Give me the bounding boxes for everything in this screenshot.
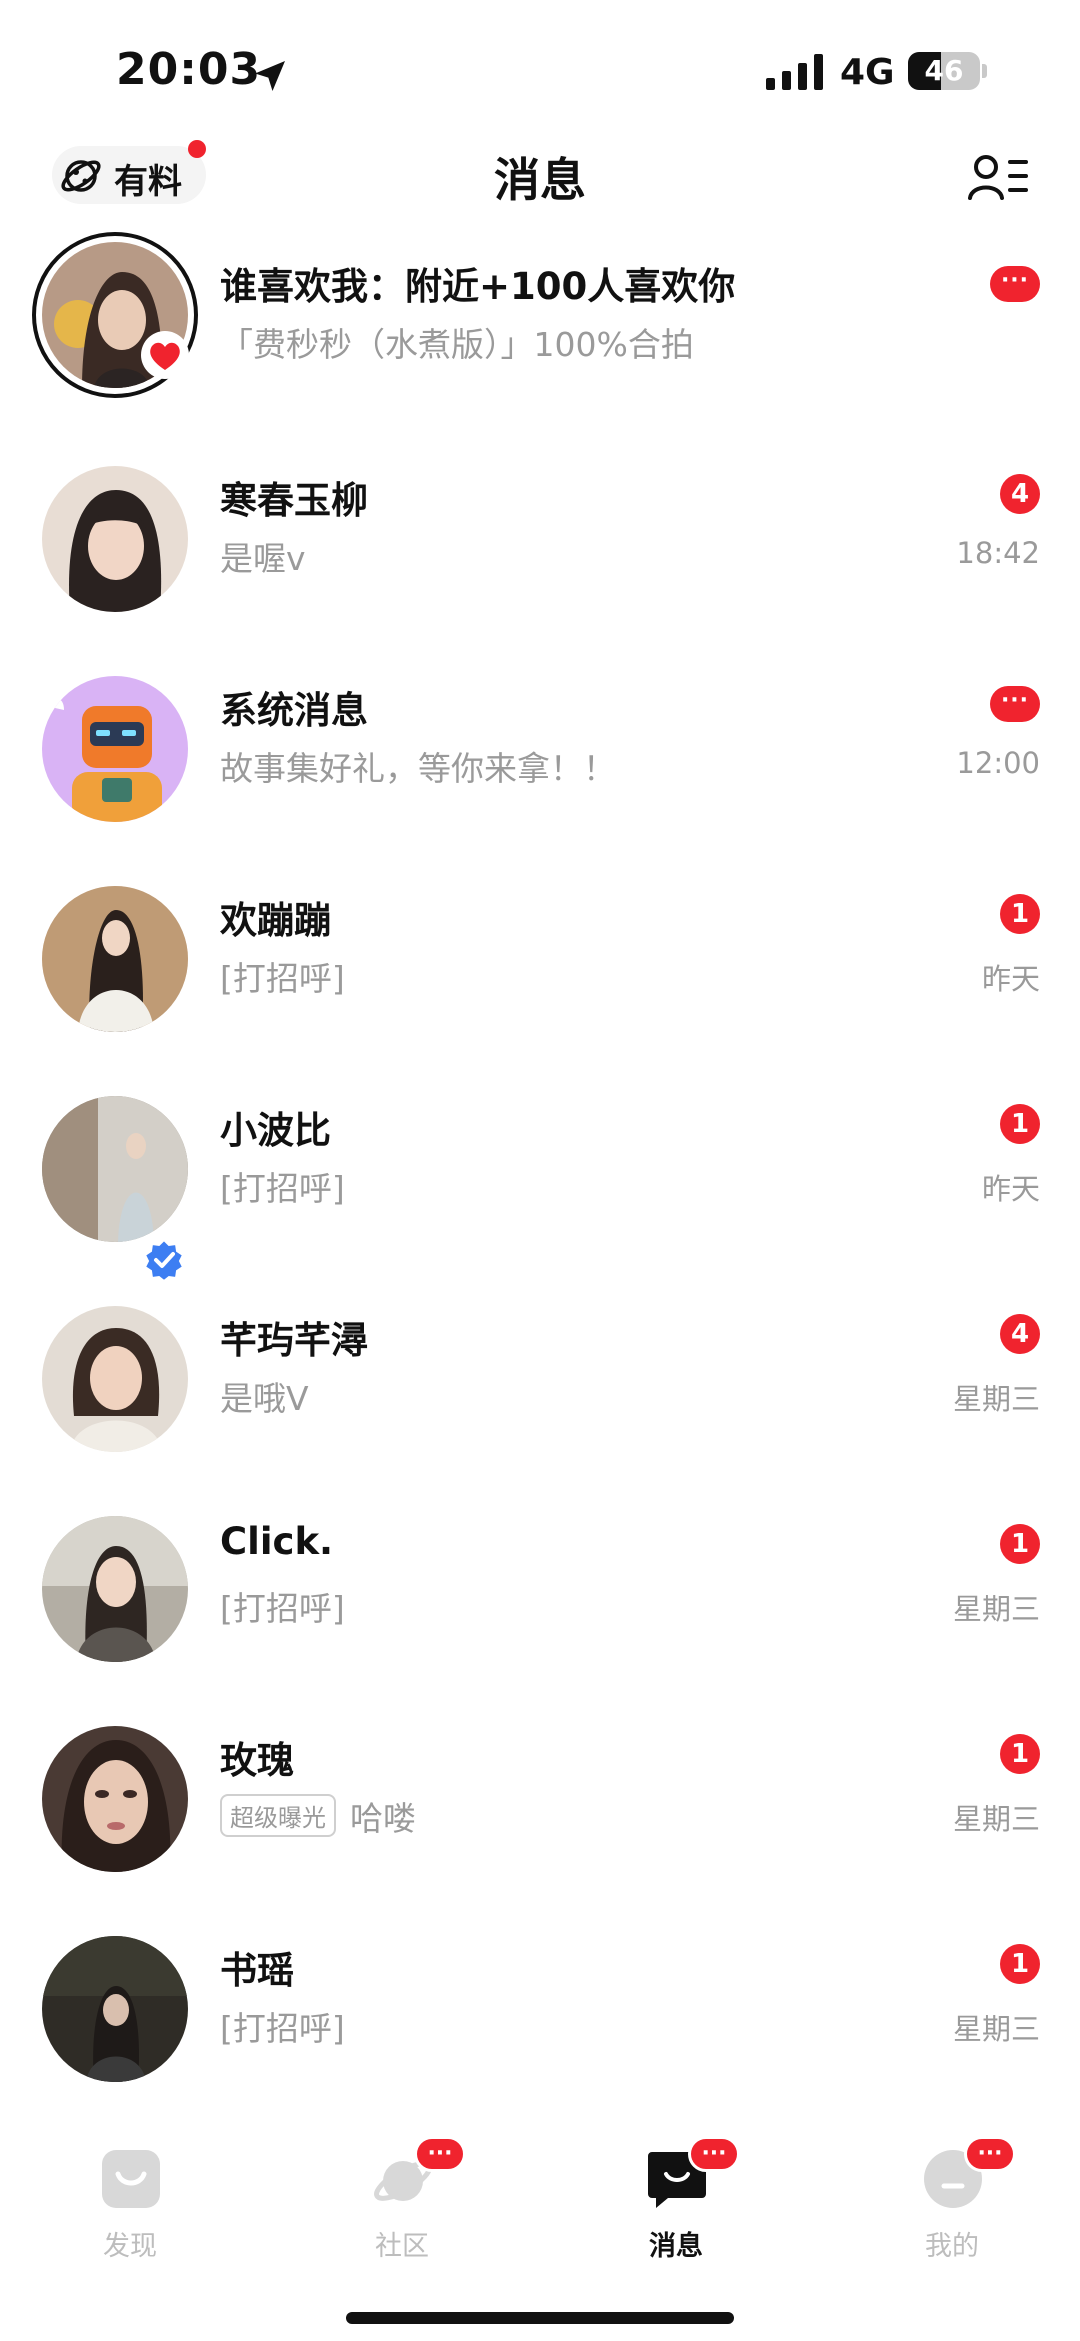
nav-unread-dots: ···	[964, 2136, 1016, 2172]
message-time: 星期三	[952, 1382, 1040, 1416]
avatar-image	[42, 1936, 188, 2082]
list-item[interactable]: 玫瑰 超级曝光 哈喽 1 星期三	[0, 1696, 1080, 1906]
nav-unread-dots: ···	[688, 2136, 740, 2172]
message-time: 星期三	[952, 2012, 1040, 2046]
avatar	[42, 466, 188, 612]
contact-name: 书瑶	[220, 1949, 294, 1992]
avatar-image	[42, 466, 188, 612]
message-preview: 「费秒秒（水煮版）」100%合拍	[220, 325, 694, 364]
message-preview: 是哦V	[220, 1379, 309, 1418]
message-preview: [打招呼]	[220, 1169, 345, 1208]
avatar	[42, 1726, 188, 1872]
contact-name: 玫瑰	[220, 1739, 294, 1782]
avatar	[42, 1516, 188, 1662]
home-indicator[interactable]	[346, 2312, 734, 2324]
avatar	[42, 676, 188, 822]
avatar	[42, 1306, 188, 1452]
list-item[interactable]: 小波比 [打招呼] 1 昨天	[0, 1066, 1080, 1282]
contact-name: 芊玙芊潯	[220, 1319, 368, 1362]
unread-count-badge: 4	[1000, 474, 1040, 514]
avatar	[42, 1096, 188, 1242]
avatar	[42, 886, 188, 1032]
avatar-image	[42, 1306, 188, 1452]
unread-dots-badge: ···	[990, 266, 1040, 302]
unread-count-badge: 1	[1000, 1944, 1040, 1984]
contacts-list-icon[interactable]	[968, 152, 1028, 202]
list-item[interactable]: 芊玙芊潯 是哦V 4 星期三	[0, 1276, 1080, 1486]
contact-name: Click.	[220, 1520, 334, 1563]
contact-name: 系统消息	[220, 689, 368, 732]
message-preview: [打招呼]	[220, 1589, 345, 1628]
message-time: 昨天	[981, 962, 1040, 996]
page-title: 消息	[494, 153, 586, 207]
tab-label: 发现	[103, 2231, 157, 2262]
battery-percent: 46	[924, 54, 964, 87]
unread-count-badge: 1	[1000, 894, 1040, 934]
unread-count-badge: 4	[1000, 1314, 1040, 1354]
tab-community[interactable]: 社区 ···	[302, 2100, 502, 2262]
cellular-signal-icon	[766, 54, 823, 90]
unread-count-badge: 1	[1000, 1734, 1040, 1774]
unread-count-badge: 1	[1000, 1104, 1040, 1144]
message-time: 18:42	[956, 536, 1040, 570]
list-item[interactable]: 书瑶 [打招呼] 1 星期三	[0, 1906, 1080, 2116]
tab-me[interactable]: 我的 ···	[852, 2100, 1052, 2262]
super-exposure-tag: 超级曝光	[220, 1794, 336, 1837]
battery-icon: 46	[908, 52, 980, 90]
contact-name: 谁喜欢我：附近+100人喜欢你	[220, 265, 736, 308]
contact-name: 欢蹦蹦	[220, 899, 331, 942]
bottom-nav: 发现 社区 ··· 消息 ··· 我的 ···	[0, 2100, 1080, 2280]
unread-count-badge: 1	[1000, 1524, 1040, 1564]
list-item[interactable]: 欢蹦蹦 [打招呼] 1 昨天	[0, 856, 1080, 1066]
list-item-who-likes-me[interactable]: 谁喜欢我：附近+100人喜欢你 「费秒秒（水煮版）」100%合拍 ···	[0, 226, 1080, 436]
message-preview: 故事集好礼，等你来拿！！	[220, 749, 616, 788]
message-preview: 超级曝光 哈喽	[220, 1792, 416, 1840]
message-time: 昨天	[981, 1172, 1040, 1206]
robot-mascot-icon	[42, 676, 188, 822]
avatar-image	[42, 1096, 188, 1242]
tab-label: 社区	[375, 2231, 429, 2262]
contact-name: 小波比	[220, 1109, 331, 1152]
list-item-system-messages[interactable]: 系统消息 故事集好礼，等你来拿！！ ··· 12:00	[0, 646, 1080, 856]
header: 有料 消息	[0, 140, 1080, 240]
message-time: 星期三	[952, 1802, 1040, 1836]
heart-icon	[141, 331, 189, 379]
nav-unread-dots: ···	[414, 2136, 466, 2172]
message-preview: [打招呼]	[220, 2009, 345, 2048]
tab-label: 消息	[649, 2231, 703, 2262]
tab-label: 我的	[925, 2231, 979, 2262]
message-preview: [打招呼]	[220, 959, 345, 998]
tab-messages[interactable]: 消息 ···	[576, 2100, 776, 2262]
message-time: 星期三	[952, 1592, 1040, 1626]
message-preview-text: 哈喽	[350, 1799, 416, 1838]
message-preview: 是喔v	[220, 539, 306, 578]
avatar	[42, 1936, 188, 2082]
discover-icon	[102, 2150, 160, 2208]
avatar-image	[42, 886, 188, 1032]
status-bar: 20:03 4G 46	[0, 0, 1080, 140]
list-item[interactable]: Click. [打招呼] 1 星期三	[0, 1486, 1080, 1696]
list-item[interactable]: 寒春玉柳 是喔v 4 18:42	[0, 436, 1080, 646]
message-list: 谁喜欢我：附近+100人喜欢你 「费秒秒（水煮版）」100%合拍 ··· 寒春玉…	[0, 226, 1080, 2116]
avatar-image	[42, 1726, 188, 1872]
location-arrow-icon	[255, 61, 285, 91]
message-time: 12:00	[956, 746, 1040, 780]
contact-name: 寒春玉柳	[220, 479, 368, 522]
network-type: 4G	[840, 52, 895, 93]
status-time: 20:03	[116, 44, 262, 95]
battery-cap	[982, 64, 987, 78]
tab-discover[interactable]: 发现	[30, 2100, 230, 2262]
unread-dots-badge: ···	[990, 686, 1040, 722]
avatar-image	[42, 1516, 188, 1662]
